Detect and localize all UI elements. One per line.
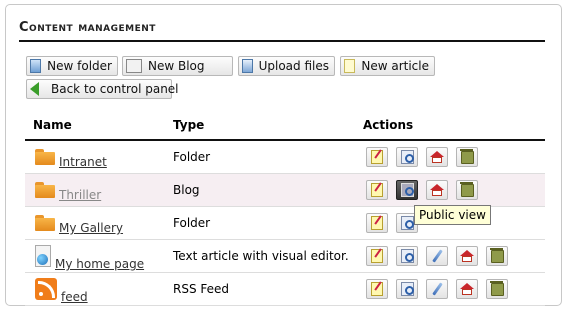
edit-icon (371, 249, 383, 263)
preview-icon (400, 249, 414, 263)
item-link[interactable]: My Gallery (59, 221, 123, 235)
table-row: Thriller Blog (25, 173, 545, 207)
home-icon (430, 184, 444, 196)
upload-files-label: Upload files (258, 59, 329, 73)
folder-icon (35, 182, 55, 198)
folder-icon (35, 215, 55, 231)
new-article-label: New article (361, 59, 429, 73)
title-divider (19, 40, 545, 42)
link-icon (431, 249, 443, 263)
preview-button[interactable] (396, 180, 418, 200)
home-button[interactable] (426, 147, 448, 167)
trash-icon (459, 148, 474, 164)
edit-icon (371, 216, 383, 230)
item-link[interactable]: Intranet (59, 155, 107, 169)
edit-button[interactable] (366, 279, 388, 299)
item-type: Folder (173, 140, 363, 174)
preview-button[interactable] (396, 246, 418, 266)
new-blog-label: New Blog (148, 59, 205, 73)
trash-icon (489, 280, 504, 296)
trash-icon (459, 181, 474, 197)
public-view-tooltip: Public view (414, 205, 491, 225)
edit-icon (371, 183, 383, 197)
preview-icon (400, 150, 414, 164)
link-icon (431, 282, 443, 296)
home-icon (460, 250, 474, 262)
home-button[interactable] (426, 180, 448, 200)
edit-icon (371, 282, 383, 296)
actions-column-header: Actions (363, 114, 545, 141)
link-button[interactable] (426, 279, 448, 299)
page-title: Content management (19, 20, 156, 35)
folder-icon (35, 149, 55, 165)
type-column-header: Type (173, 114, 363, 141)
delete-button[interactable] (486, 279, 508, 299)
item-link[interactable]: My home page (55, 257, 144, 271)
item-link[interactable]: feed (61, 290, 88, 304)
preview-icon (400, 216, 414, 230)
upload-icon (242, 59, 253, 73)
edit-button[interactable] (366, 213, 388, 233)
folder-icon (30, 59, 42, 73)
home-button[interactable] (456, 246, 478, 266)
delete-button[interactable] (456, 147, 478, 167)
delete-button[interactable] (456, 180, 478, 200)
item-type: Text article with visual editor. (173, 239, 363, 273)
home-icon (430, 151, 444, 163)
back-arrow-icon (30, 82, 39, 96)
new-folder-label: New folder (47, 59, 112, 73)
table-row: feed RSS Feed (25, 272, 545, 306)
article-icon (344, 59, 356, 73)
upload-files-button[interactable]: Upload files (238, 56, 335, 76)
name-column-header: Name (25, 114, 173, 141)
item-type: Blog (173, 173, 363, 207)
preview-icon (400, 183, 414, 197)
delete-button[interactable] (486, 246, 508, 266)
new-folder-button[interactable]: New folder (26, 56, 118, 76)
blog-icon (126, 59, 142, 73)
item-type: RSS Feed (173, 272, 363, 306)
item-link[interactable]: Thriller (59, 188, 101, 202)
table-row: Intranet Folder (25, 140, 545, 174)
home-button[interactable] (456, 279, 478, 299)
trash-icon (489, 247, 504, 263)
new-blog-button[interactable]: New Blog (122, 56, 233, 76)
preview-button[interactable] (396, 147, 418, 167)
back-label: Back to control panel (51, 82, 179, 96)
link-button[interactable] (426, 246, 448, 266)
table-row: My home page Text article with visual ed… (25, 239, 545, 273)
item-type: Folder (173, 206, 363, 240)
edit-button[interactable] (366, 180, 388, 200)
rss-icon (35, 278, 57, 300)
edit-button[interactable] (366, 246, 388, 266)
preview-button[interactable] (396, 279, 418, 299)
back-to-control-panel-button[interactable]: Back to control panel (26, 79, 179, 99)
home-icon (460, 283, 474, 295)
document-icon (35, 245, 51, 267)
edit-button[interactable] (366, 147, 388, 167)
preview-icon (400, 282, 414, 296)
edit-icon (371, 150, 383, 164)
new-article-button[interactable]: New article (340, 56, 435, 76)
